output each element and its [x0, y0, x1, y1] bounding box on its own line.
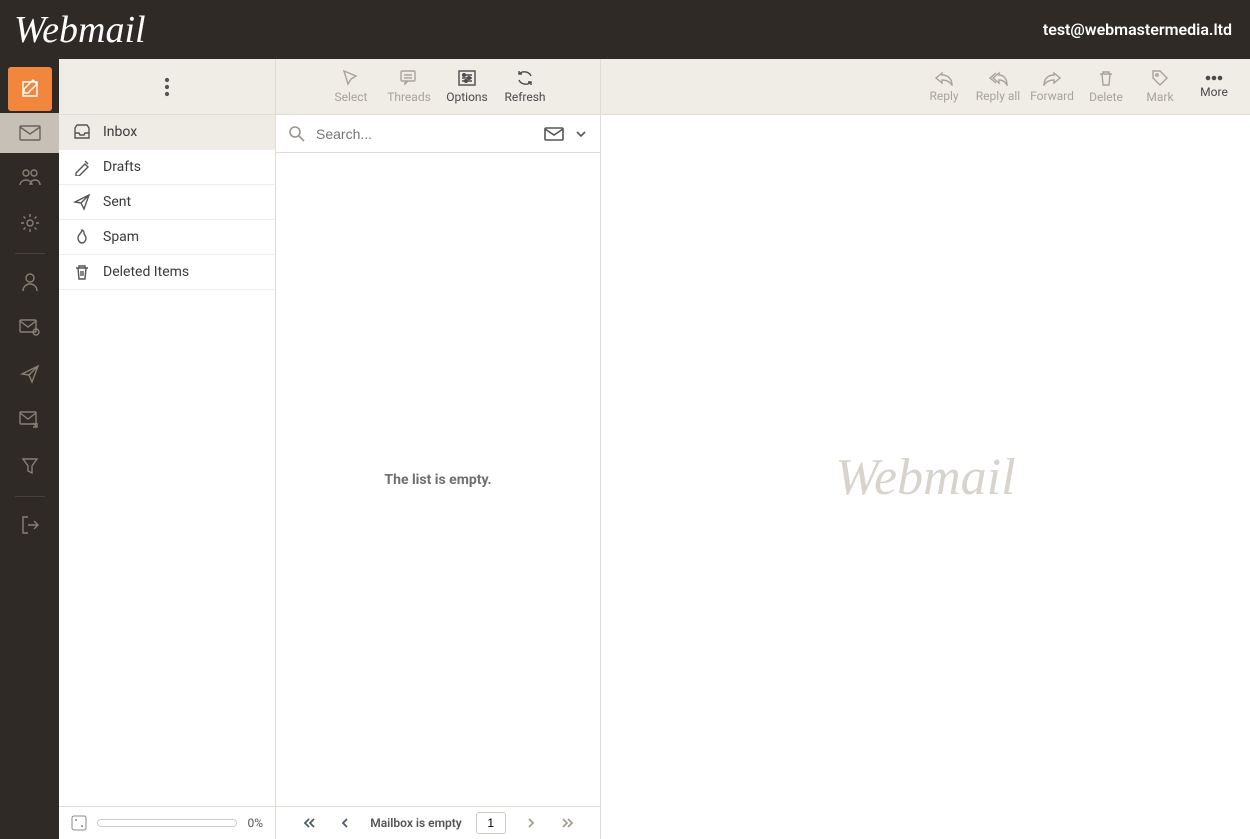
forward-icon: [1042, 70, 1062, 86]
trash-icon: [73, 263, 91, 281]
cursor-icon: [341, 69, 361, 87]
refresh-icon: [515, 69, 535, 87]
reply-all-button[interactable]: Reply all: [972, 70, 1024, 103]
page-status: Mailbox is empty: [370, 816, 462, 830]
folder-list: Inbox Drafts Sent Spam Deleted Items: [59, 115, 275, 806]
folder-label: Drafts: [103, 159, 141, 175]
quota-meter: [97, 819, 237, 827]
storage-icon: [71, 815, 87, 831]
paper-plane-icon: [20, 364, 40, 384]
empty-message: The list is empty.: [384, 472, 491, 488]
pager: Mailbox is empty: [276, 806, 600, 839]
search-row: [276, 115, 600, 153]
mark-button[interactable]: Mark: [1134, 69, 1186, 104]
rail-divider: [15, 253, 45, 254]
folder-panel: Inbox Drafts Sent Spam Deleted Items 0%: [59, 59, 276, 839]
search-icon: [288, 125, 306, 143]
watermark: Webmail: [835, 448, 1015, 507]
user-icon: [21, 272, 39, 292]
folder-label: Inbox: [103, 124, 137, 140]
rail-divider-2: [15, 496, 45, 497]
funnel-icon: [21, 457, 39, 475]
sliders-icon: [457, 69, 477, 87]
vertical-dots-icon: [164, 77, 170, 97]
forward-button[interactable]: Forward: [1026, 70, 1078, 103]
brand-logo: Webmail: [14, 11, 146, 49]
threads-icon: [399, 69, 419, 87]
select-button[interactable]: Select: [325, 69, 377, 104]
folder-spam[interactable]: Spam: [59, 220, 275, 255]
folder-deleted[interactable]: Deleted Items: [59, 255, 275, 290]
nav-logout[interactable]: [8, 503, 52, 547]
quota-percent: 0%: [247, 816, 263, 830]
options-button[interactable]: Options: [441, 69, 493, 104]
page-prev[interactable]: [334, 812, 356, 834]
reply-icon: [934, 70, 954, 86]
mail-icon[interactable]: [544, 127, 564, 141]
tag-icon: [1151, 69, 1169, 87]
nav-filter[interactable]: [8, 444, 52, 488]
chevron-down-icon[interactable]: [574, 127, 588, 141]
mail-icon: [19, 125, 41, 141]
mail-arrow-icon: [19, 411, 41, 429]
search-input[interactable]: [316, 126, 534, 142]
logout-icon: [20, 515, 40, 535]
compose-icon: [19, 78, 41, 100]
gear-icon: [20, 213, 40, 233]
message-list-panel: Select Threads Options Refresh The list …: [276, 59, 601, 839]
folder-label: Deleted Items: [103, 264, 189, 280]
preview-panel: Reply Reply all Forward Delete Mark More…: [601, 59, 1250, 839]
compose-button[interactable]: [8, 67, 52, 111]
folder-menu-button[interactable]: [59, 59, 275, 115]
folder-inbox[interactable]: Inbox: [59, 115, 275, 150]
folder-label: Sent: [103, 194, 131, 210]
header: Webmail test@webmastermedia.ltd: [0, 0, 1250, 59]
reply-button[interactable]: Reply: [918, 70, 970, 103]
more-button[interactable]: More: [1188, 74, 1240, 99]
preview-toolbar: Reply Reply all Forward Delete Mark More: [601, 59, 1250, 115]
nav-send[interactable]: [8, 352, 52, 396]
page-next[interactable]: [520, 812, 542, 834]
page-last[interactable]: [556, 812, 578, 834]
dots-icon: [1204, 74, 1224, 82]
nav-contacts[interactable]: [8, 155, 52, 199]
folder-sent[interactable]: Sent: [59, 185, 275, 220]
preview-body: Webmail: [601, 115, 1250, 839]
page-input[interactable]: [476, 812, 506, 834]
mail-gear-icon: [19, 319, 41, 337]
page-first[interactable]: [298, 812, 320, 834]
nav-mail[interactable]: [0, 113, 59, 153]
nav-share-mail[interactable]: [8, 398, 52, 442]
list-toolbar: Select Threads Options Refresh: [276, 59, 600, 115]
message-list: The list is empty.: [276, 153, 600, 806]
reply-all-icon: [987, 70, 1009, 86]
quota-bar: 0%: [59, 806, 275, 839]
folder-label: Spam: [103, 229, 139, 245]
nav-rail: [0, 59, 59, 839]
threads-button[interactable]: Threads: [383, 69, 435, 104]
nav-mail-settings[interactable]: [8, 306, 52, 350]
inbox-icon: [73, 123, 91, 141]
nav-settings[interactable]: [8, 201, 52, 245]
refresh-button[interactable]: Refresh: [499, 69, 551, 104]
pencil-icon: [73, 158, 91, 176]
trash-icon: [1097, 69, 1115, 87]
delete-button[interactable]: Delete: [1080, 69, 1132, 104]
people-icon: [19, 167, 41, 187]
user-email[interactable]: test@webmastermedia.ltd: [1043, 20, 1232, 39]
folder-drafts[interactable]: Drafts: [59, 150, 275, 185]
paper-plane-icon: [73, 193, 91, 211]
flame-icon: [73, 228, 91, 246]
nav-profile[interactable]: [8, 260, 52, 304]
